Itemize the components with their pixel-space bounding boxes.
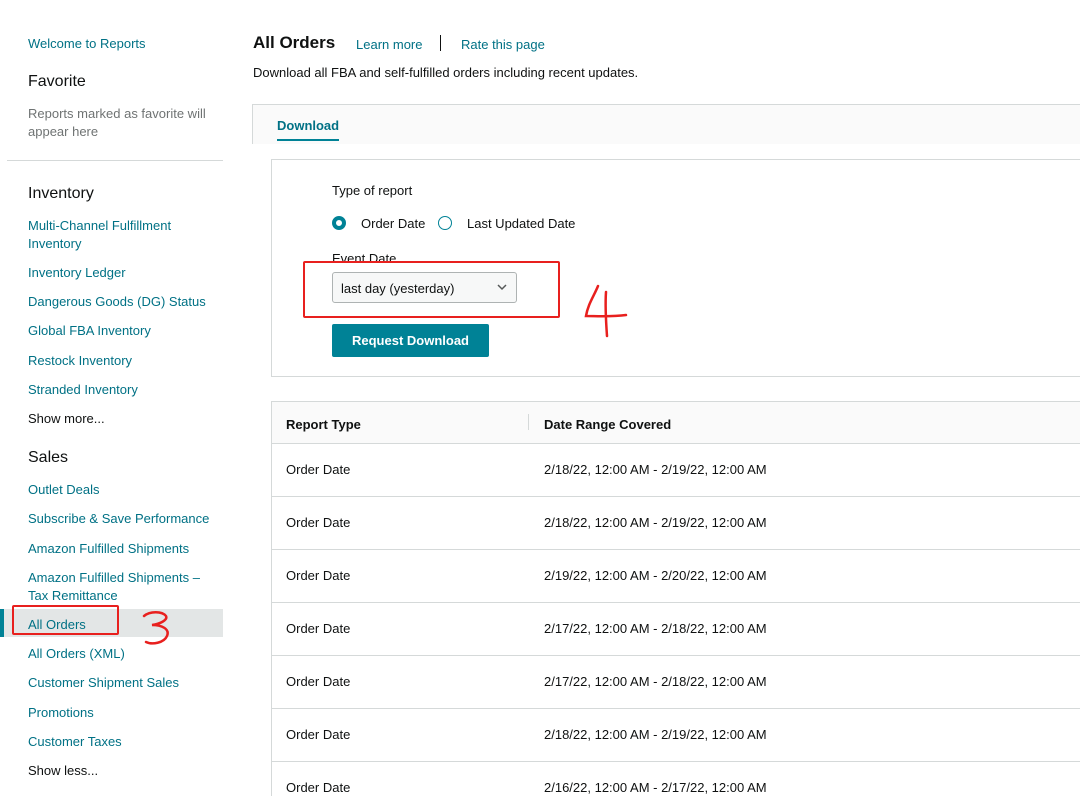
page-subtitle: Download all FBA and self-fulfilled orde… (253, 65, 639, 80)
sidebar-item-stranded-inventory[interactable]: Stranded Inventory (28, 381, 138, 399)
annotation-number-4 (584, 284, 628, 338)
sales-heading: Sales (28, 449, 69, 466)
reports-table: Report Type Date Range Covered Order Dat… (271, 401, 1080, 796)
request-download-button[interactable]: Request Download (332, 324, 489, 357)
sidebar-item-outlet-deals[interactable]: Outlet Deals (28, 481, 100, 499)
column-header-report-type: Report Type (286, 417, 361, 432)
cell-date-range: 2/16/22, 12:00 AM - 2/17/22, 12:00 AM (544, 780, 767, 795)
column-header-date-range: Date Range Covered (544, 417, 672, 432)
cell-report-type: Order Date (286, 515, 351, 530)
annotation-box-event-date (303, 261, 560, 318)
tab-bar: Download (252, 104, 1080, 144)
radio-order-date-label[interactable]: Order Date (361, 216, 425, 231)
cell-date-range: 2/17/22, 12:00 AM - 2/18/22, 12:00 AM (544, 674, 767, 689)
sidebar-item-afs-tax-remittance[interactable]: Amazon Fulfilled Shipments – Tax Remitta… (28, 569, 223, 604)
sidebar-item-all-orders-xml[interactable]: All Orders (XML) (28, 645, 125, 663)
sidebar-item-promotions[interactable]: Promotions (28, 704, 94, 722)
table-row: Order Date 2/16/22, 12:00 AM - 2/17/22, … (272, 762, 1080, 796)
annotation-number-3 (142, 611, 169, 645)
cell-date-range: 2/18/22, 12:00 AM - 2/19/22, 12:00 AM (544, 462, 767, 477)
sidebar-item-mcf-inventory[interactable]: Multi-Channel Fulfillment Inventory (28, 217, 208, 252)
cell-date-range: 2/17/22, 12:00 AM - 2/18/22, 12:00 AM (544, 621, 767, 636)
cell-report-type: Order Date (286, 462, 351, 477)
reports-sidebar: Welcome to Reports Favorite Reports mark… (0, 0, 224, 796)
welcome-link[interactable]: Welcome to Reports (28, 35, 146, 53)
cell-report-type: Order Date (286, 727, 351, 742)
sidebar-item-dangerous-goods[interactable]: Dangerous Goods (DG) Status (28, 293, 206, 311)
show-more-link[interactable]: Show more... (28, 410, 105, 428)
active-indicator (0, 609, 4, 637)
sidebar-item-subscribe-save[interactable]: Subscribe & Save Performance (28, 510, 209, 528)
cell-report-type: Order Date (286, 621, 351, 636)
sidebar-item-restock-inventory[interactable]: Restock Inventory (28, 352, 132, 370)
table-row: Order Date 2/17/22, 12:00 AM - 2/18/22, … (272, 603, 1080, 656)
radio-last-updated-date-label[interactable]: Last Updated Date (467, 216, 575, 231)
sidebar-item-inventory-ledger[interactable]: Inventory Ledger (28, 264, 126, 282)
sidebar-item-amazon-fulfilled-shipments[interactable]: Amazon Fulfilled Shipments (28, 540, 189, 558)
sidebar-divider (7, 160, 223, 161)
table-row: Order Date 2/18/22, 12:00 AM - 2/19/22, … (272, 444, 1080, 497)
radio-order-date[interactable] (332, 216, 346, 230)
cell-date-range: 2/18/22, 12:00 AM - 2/19/22, 12:00 AM (544, 727, 767, 742)
rate-page-link[interactable]: Rate this page (461, 37, 545, 52)
table-row: Order Date 2/19/22, 12:00 AM - 2/20/22, … (272, 550, 1080, 603)
table-header: Report Type Date Range Covered (272, 402, 1080, 444)
learn-more-link[interactable]: Learn more (356, 37, 422, 52)
cell-report-type: Order Date (286, 674, 351, 689)
annotation-box-all-orders (12, 605, 119, 635)
table-row: Order Date 2/17/22, 12:00 AM - 2/18/22, … (272, 656, 1080, 709)
cell-date-range: 2/19/22, 12:00 AM - 2/20/22, 12:00 AM (544, 568, 767, 583)
cell-report-type: Order Date (286, 780, 351, 795)
show-less-link[interactable]: Show less... (28, 762, 98, 780)
sidebar-item-customer-taxes[interactable]: Customer Taxes (28, 733, 122, 751)
favorite-heading: Favorite (28, 73, 86, 90)
sidebar-item-global-fba-inventory[interactable]: Global FBA Inventory (28, 322, 151, 340)
tab-download[interactable]: Download (277, 118, 340, 141)
cell-date-range: 2/18/22, 12:00 AM - 2/19/22, 12:00 AM (544, 515, 767, 530)
favorite-note: Reports marked as favorite will appear h… (28, 106, 206, 139)
cell-report-type: Order Date (286, 568, 351, 583)
table-row: Order Date 2/18/22, 12:00 AM - 2/19/22, … (272, 497, 1080, 550)
page-title: All Orders (253, 33, 336, 52)
type-of-report-label: Type of report (332, 183, 413, 198)
inventory-heading: Inventory (28, 185, 94, 202)
sidebar-item-customer-shipment-sales[interactable]: Customer Shipment Sales (28, 674, 179, 692)
radio-last-updated-date[interactable] (438, 216, 452, 230)
table-row: Order Date 2/18/22, 12:00 AM - 2/19/22, … (272, 709, 1080, 762)
header-separator (440, 35, 441, 51)
column-separator[interactable] (528, 414, 529, 430)
